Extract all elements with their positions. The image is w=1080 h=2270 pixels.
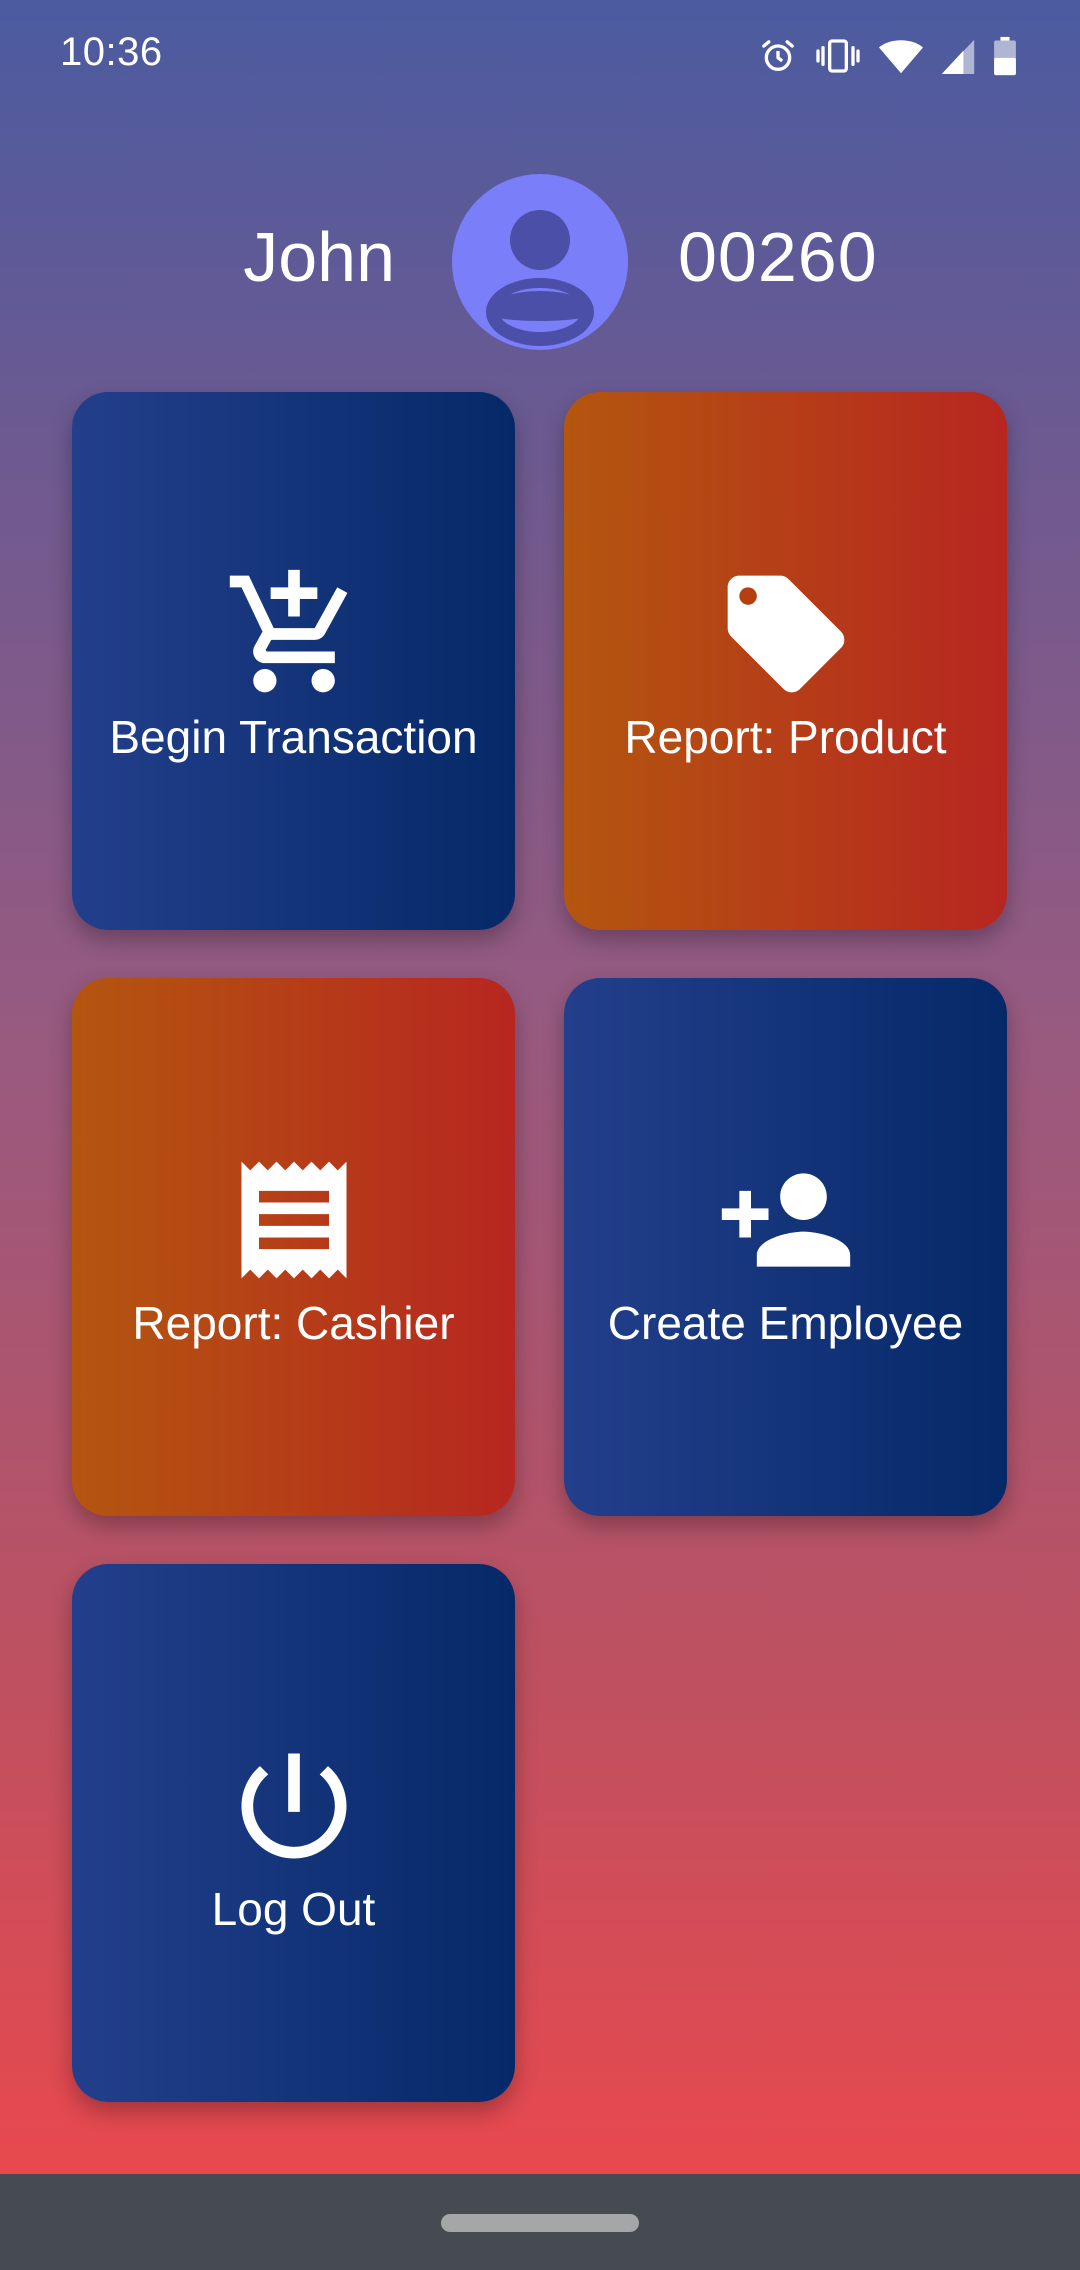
profile-header: John 00260	[0, 170, 1080, 350]
tile-label: Create Employee	[607, 1297, 964, 1349]
navigation-bar	[0, 2174, 1080, 2270]
wifi-icon	[878, 36, 924, 76]
battery-icon	[992, 36, 1018, 76]
screen: 10:36 John 00260 Begin Transaction Repor…	[0, 0, 1080, 2270]
employee-name: John	[243, 218, 395, 296]
avatar	[452, 174, 628, 350]
report-product-button[interactable]: Report: Product	[564, 392, 1007, 930]
tile-label: Report: Product	[624, 711, 947, 763]
begin-transaction-button[interactable]: Begin Transaction	[72, 392, 515, 930]
report-cashier-button[interactable]: Report: Cashier	[72, 978, 515, 1516]
employee-id: 00260	[678, 218, 878, 296]
cart-plus-icon	[224, 564, 364, 704]
status-time: 10:36	[60, 30, 163, 74]
tile-label: Report: Cashier	[132, 1297, 455, 1349]
receipt-icon	[224, 1150, 364, 1290]
status-icons	[758, 30, 1018, 82]
cell-signal-icon	[940, 36, 976, 76]
person-add-icon	[716, 1150, 856, 1290]
log-out-button[interactable]: Log Out	[72, 1564, 515, 2102]
tile-label: Begin Transaction	[109, 711, 478, 763]
power-icon	[224, 1736, 364, 1876]
create-employee-button[interactable]: Create Employee	[564, 978, 1007, 1516]
gesture-handle[interactable]	[441, 2214, 639, 2232]
tile-label: Log Out	[211, 1883, 376, 1935]
tag-icon	[716, 564, 856, 704]
status-bar: 10:36	[0, 0, 1080, 112]
alarm-icon	[758, 36, 798, 76]
account-circle-icon	[452, 210, 628, 350]
vibrate-icon	[814, 36, 862, 76]
